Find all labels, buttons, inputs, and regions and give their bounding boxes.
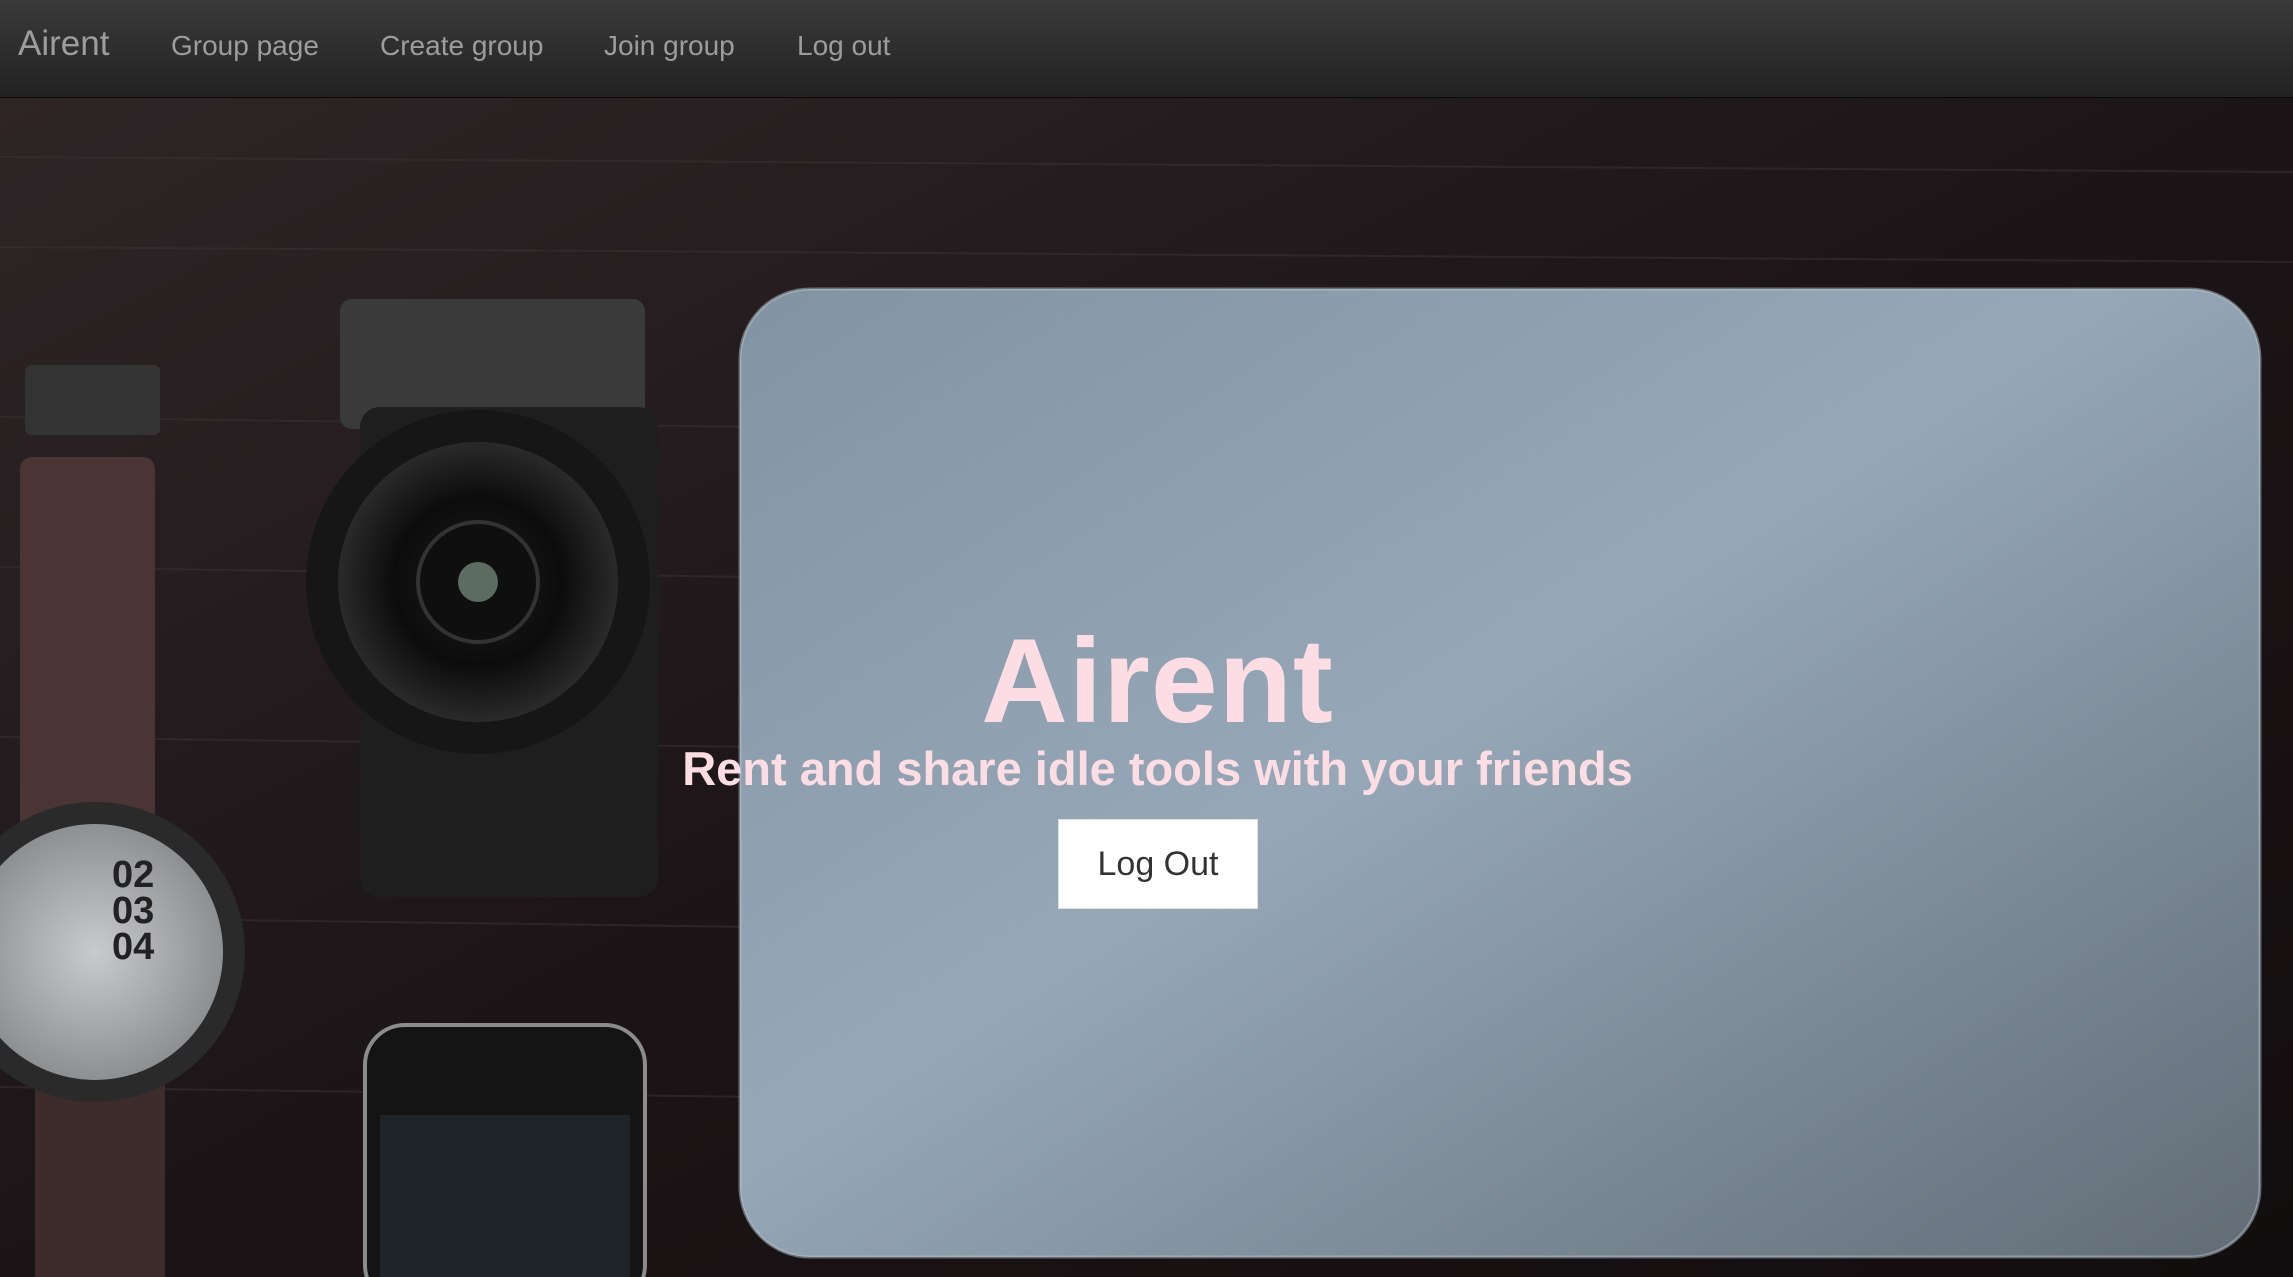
nav-link-create-group[interactable]: Create group (380, 30, 543, 62)
nav-link-join-group[interactable]: Join group (604, 30, 735, 62)
hero-subtitle: Rent and share idle tools with your frie… (682, 742, 1633, 795)
log-out-button[interactable]: Log Out (1058, 819, 1258, 909)
hero-title: Airent (981, 614, 1334, 749)
navbar-brand[interactable]: Airent (18, 24, 109, 64)
svg-text:04: 04 (112, 926, 154, 968)
hero-section: 02 03 04 Airent Rent and share idle tool… (0, 97, 2293, 1277)
nav-link-group-page[interactable]: Group page (171, 30, 319, 62)
nav-link-log-out[interactable]: Log out (797, 30, 890, 62)
top-navbar: Airent Group page Create group Join grou… (0, 0, 2293, 98)
smartphone-photo (363, 1023, 647, 1277)
